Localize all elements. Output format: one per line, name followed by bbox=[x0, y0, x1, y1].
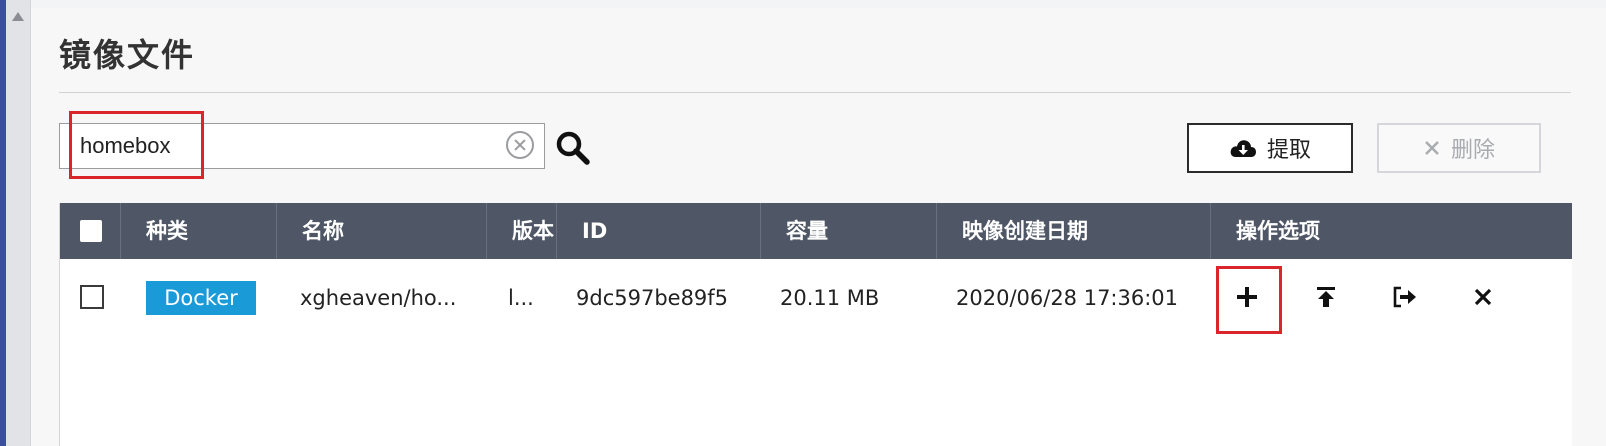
close-icon bbox=[1423, 139, 1441, 157]
column-divider bbox=[1210, 203, 1211, 259]
title-divider bbox=[59, 92, 1571, 93]
column-divider bbox=[120, 203, 121, 259]
remove-image-button[interactable] bbox=[1465, 279, 1501, 315]
fetch-button-label: 提取 bbox=[1266, 138, 1311, 163]
column-header-created[interactable]: 映像创建日期 bbox=[962, 203, 1088, 259]
empty-table-area bbox=[60, 337, 1572, 446]
column-header-actions: 操作选项 bbox=[1236, 219, 1320, 243]
add-button-highlight-box bbox=[1216, 266, 1282, 334]
upload-icon bbox=[1317, 287, 1335, 307]
column-divider bbox=[276, 203, 277, 259]
column-divider bbox=[760, 203, 761, 259]
column-header-name[interactable]: 名称 bbox=[302, 203, 344, 259]
table-row[interactable]: Docker xgheaven/ho... l... 9dc597be89f5 … bbox=[60, 259, 1572, 337]
delete-button-label: 删除 bbox=[1450, 138, 1495, 163]
search-icon[interactable] bbox=[555, 130, 591, 166]
cell-name: xgheaven/ho... bbox=[300, 286, 457, 310]
vertical-scrollbar[interactable] bbox=[6, 0, 31, 446]
cell-id: 9dc597be89f5 bbox=[576, 286, 729, 310]
column-divider bbox=[486, 203, 487, 259]
clear-search-icon[interactable] bbox=[506, 131, 534, 159]
delete-button[interactable]: 删除 bbox=[1377, 123, 1541, 173]
column-header-id[interactable]: ID bbox=[582, 203, 607, 259]
search-highlight-box bbox=[69, 111, 204, 179]
row-checkbox[interactable] bbox=[80, 285, 104, 309]
cell-created: 2020/06/28 17:36:01 bbox=[956, 286, 1179, 310]
fetch-button[interactable]: 提取 bbox=[1187, 123, 1353, 173]
page-title: 镜像文件 bbox=[59, 36, 196, 74]
close-icon bbox=[1474, 288, 1492, 306]
select-all-checkbox[interactable] bbox=[80, 220, 102, 242]
export-image-button[interactable] bbox=[1387, 279, 1423, 315]
column-divider bbox=[556, 203, 557, 259]
table-header: 种类 名称 版本 ID 容量 映像创建日期 操作选项 bbox=[60, 203, 1572, 259]
column-header-version[interactable]: 版本 bbox=[512, 203, 554, 259]
column-header-type[interactable]: 种类 bbox=[146, 203, 188, 259]
column-header-size[interactable]: 容量 bbox=[786, 203, 828, 259]
type-badge: Docker bbox=[146, 281, 256, 315]
column-divider bbox=[936, 203, 937, 259]
images-table: 种类 名称 版本 ID 容量 映像创建日期 操作选项 Docker xgheav… bbox=[59, 203, 1572, 446]
cloud-download-icon bbox=[1229, 137, 1257, 159]
export-icon bbox=[1393, 286, 1416, 308]
cell-version: l... bbox=[508, 286, 534, 310]
cell-size: 20.11 MB bbox=[780, 286, 880, 310]
images-panel: 镜像文件 提取 删除 种类 bbox=[31, 8, 1606, 446]
push-image-button[interactable] bbox=[1308, 279, 1344, 315]
scroll-up-arrow-icon[interactable] bbox=[12, 12, 24, 21]
